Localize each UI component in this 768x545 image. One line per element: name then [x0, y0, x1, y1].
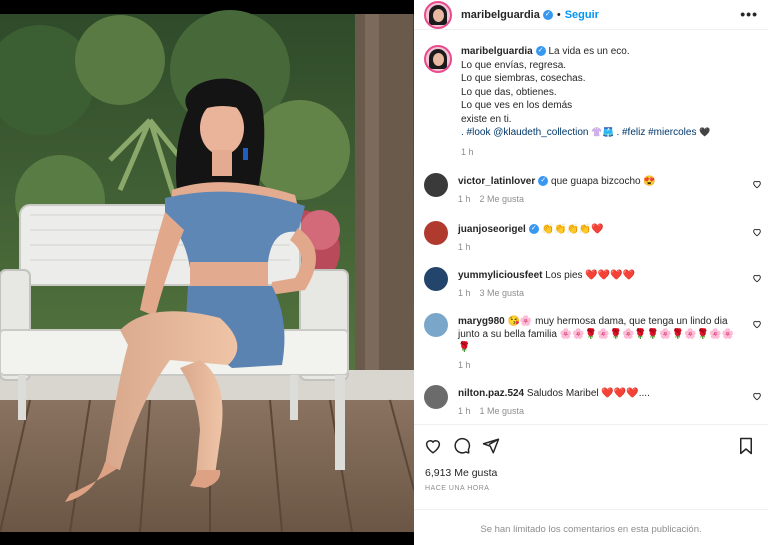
commenter-username[interactable]: nilton.paz.524: [458, 388, 524, 399]
comment-time: 1 h: [458, 242, 471, 252]
comment-like-heart-icon[interactable]: [752, 227, 762, 237]
comment-text: que guapa bizcocho 😍: [551, 176, 656, 187]
commenter-username[interactable]: yummyliciousfeet: [458, 270, 542, 281]
caption-tags[interactable]: . #look @klaudeth_collection: [461, 127, 588, 138]
commenter-avatar[interactable]: [424, 221, 448, 245]
commenter-avatar[interactable]: [424, 173, 448, 197]
caption-line-5: Lo que ves en los demás: [461, 100, 573, 111]
caption-line-1: La vida es un eco.: [548, 46, 630, 57]
comment-row: victor_latinlover ✓ que guapa bizcocho 😍 …: [414, 173, 768, 206]
share-icon[interactable]: [482, 437, 500, 455]
caption-time: 1 h: [461, 146, 474, 157]
comment-text: Los pies ❤️❤️❤️❤️: [545, 270, 636, 281]
follow-button[interactable]: Seguir: [565, 9, 599, 21]
photo-image: [0, 0, 414, 545]
comment-time: 1 h: [458, 360, 471, 370]
post-photo[interactable]: [0, 0, 414, 545]
likes-count[interactable]: 6,913 Me gusta: [425, 467, 497, 479]
heart-icon[interactable]: [424, 437, 442, 455]
comment-time: 1 h: [458, 406, 471, 416]
comment-like-heart-icon[interactable]: [752, 179, 762, 189]
comment-likes[interactable]: 3 Me gusta: [480, 288, 525, 298]
action-icons: [424, 437, 760, 457]
comment-likes[interactable]: 1 Me gusta: [480, 406, 525, 416]
comment-likes[interactable]: 2 Me gusta: [480, 194, 525, 204]
verified-icon: ✓: [535, 46, 546, 57]
comment-time: 1 h: [458, 288, 471, 298]
comment-row: nilton.paz.524 Saludos Maribel ❤️❤️❤️...…: [414, 385, 768, 418]
caption-line-6: existe en ti.: [461, 113, 512, 125]
more-icon[interactable]: •••: [740, 7, 758, 21]
post-age: HACE UNA HORA: [425, 485, 490, 492]
verified-icon: ✓: [538, 176, 549, 187]
post-side-panel: maribelguardia ✓ • Seguir ••• maribelgua…: [414, 0, 768, 545]
caption-body: maribelguardia ✓ La vida es un eco. Lo qu…: [461, 45, 710, 159]
caption-line-2: Lo que envías, regresa.: [461, 59, 567, 71]
comment-text: 👏👏👏👏❤️: [541, 224, 604, 235]
comments-limited-notice: Se han limitado los comentarios en esta …: [414, 509, 768, 545]
verified-icon: ✓: [542, 9, 553, 20]
caption-avatar[interactable]: [424, 45, 452, 73]
commenter-avatar[interactable]: [424, 313, 448, 337]
caption-username[interactable]: maribelguardia: [461, 46, 533, 57]
comment-icon[interactable]: [453, 437, 471, 455]
commenter-avatar[interactable]: [424, 385, 448, 409]
comment-like-heart-icon[interactable]: [752, 273, 762, 283]
comment-time: 1 h: [458, 194, 471, 204]
post-header: maribelguardia ✓ • Seguir •••: [414, 0, 768, 30]
author-avatar[interactable]: [424, 0, 452, 29]
caption: maribelguardia ✓ La vida es un eco. Lo qu…: [414, 31, 768, 159]
commenter-username[interactable]: juanjoseorigel: [458, 224, 526, 235]
comment-text: Saludos Maribel ❤️❤️❤️....: [526, 388, 650, 399]
caption-tags-2[interactable]: . #feliz #miercoles: [616, 127, 696, 138]
caption-line-3: Lo que siembras, cosechas.: [461, 73, 586, 84]
comments-list[interactable]: maribelguardia ✓ La vida es un eco. Lo qu…: [414, 31, 768, 423]
commenter-username[interactable]: victor_latinlover: [458, 176, 535, 187]
separator-dot: •: [556, 8, 561, 21]
verified-icon: ✓: [528, 224, 539, 235]
author-username[interactable]: maribelguardia: [461, 9, 540, 21]
post-actions: 6,913 Me gusta HACE UNA HORA Se han limi…: [414, 424, 768, 545]
bookmark-icon[interactable]: [738, 437, 754, 455]
comment-row: yummyliciousfeet Los pies ❤️❤️❤️❤️ 1 h 3 …: [414, 267, 768, 300]
commenter-avatar[interactable]: [424, 267, 448, 291]
commenter-username[interactable]: maryg980: [458, 316, 505, 327]
caption-line-4: Lo que das, obtienes.: [461, 86, 557, 98]
comment-like-heart-icon[interactable]: [752, 319, 762, 329]
comment-row: juanjoseorigel ✓ 👏👏👏👏❤️ 1 h: [414, 221, 768, 254]
comment-row: maryg980 😘🌸 muy hermosa dama, que tenga …: [414, 313, 768, 372]
comment-like-heart-icon[interactable]: [752, 391, 762, 401]
